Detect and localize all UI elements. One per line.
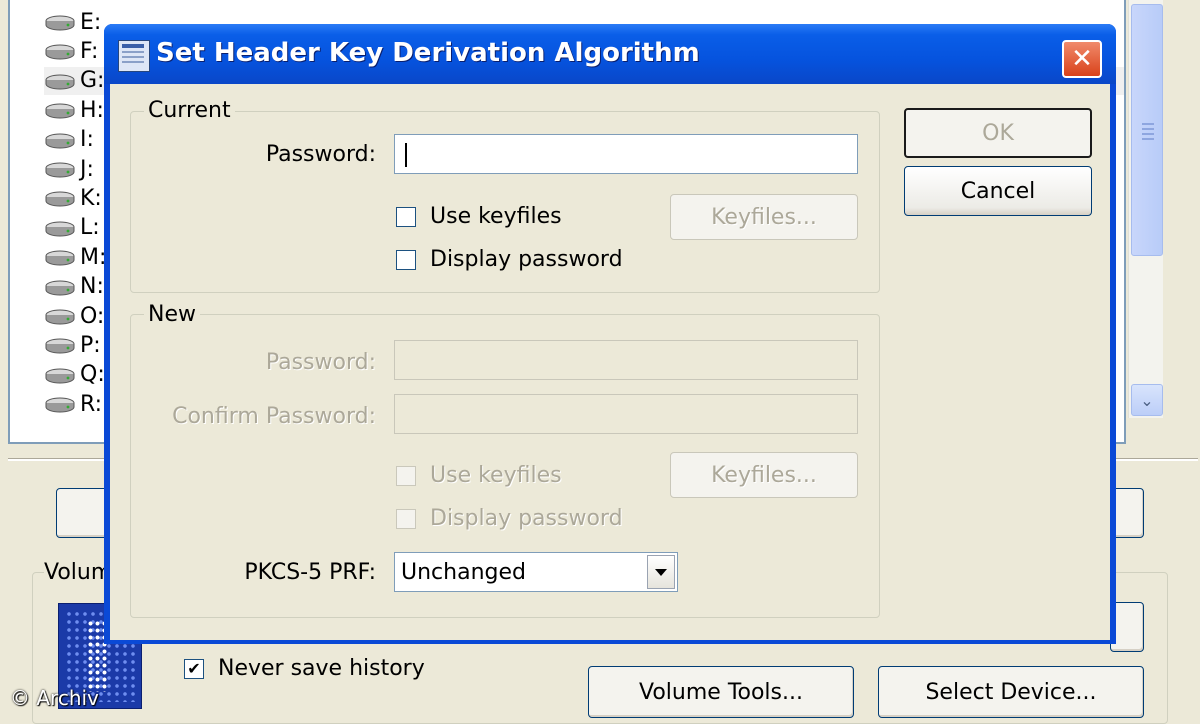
hard-drive-icon — [44, 100, 76, 120]
prf-label: PKCS-5 PRF: — [244, 560, 376, 585]
close-icon: ✕ — [1071, 44, 1093, 74]
new-use-keyfiles-option[interactable]: Use keyfiles — [396, 463, 562, 488]
hard-drive-icon — [44, 130, 76, 150]
hard-drive-icon — [44, 12, 76, 32]
current-use-keyfiles-option[interactable]: Use keyfiles — [396, 204, 562, 229]
drive-letter: R: — [80, 391, 103, 417]
drive-item[interactable]: P: — [44, 331, 101, 359]
drive-letter: Q: — [80, 362, 105, 388]
volume-tools-button[interactable]: Volume Tools... — [588, 666, 854, 718]
new-use-keyfiles-label: Use keyfiles — [430, 463, 562, 488]
drive-item[interactable]: L: — [44, 214, 100, 242]
new-display-password-option[interactable]: Display password — [396, 506, 623, 531]
drive-letter: G: — [80, 68, 105, 94]
new-display-password-label: Display password — [430, 506, 623, 531]
drive-item[interactable]: K: — [44, 184, 102, 212]
hard-drive-icon — [44, 71, 76, 91]
drive-item[interactable]: E: — [44, 8, 101, 36]
drive-letter: J: — [80, 156, 94, 182]
select-device-button[interactable]: Select Device... — [878, 666, 1144, 718]
drive-item[interactable]: M: — [44, 243, 106, 271]
drive-letter: K: — [80, 185, 102, 211]
drive-letter: M: — [80, 244, 107, 270]
drive-item[interactable]: I: — [44, 126, 94, 154]
prf-select[interactable]: Unchanged — [394, 552, 678, 592]
hard-drive-icon — [44, 394, 76, 414]
grip-icon — [1142, 123, 1154, 143]
current-password-label: Password: — [265, 142, 376, 167]
hard-drive-icon — [44, 365, 76, 385]
drive-item[interactable]: O: — [44, 302, 104, 330]
new-password-label: Password: — [265, 350, 376, 375]
confirm-password-label: Confirm Password: — [172, 404, 376, 429]
current-display-password-checkbox[interactable] — [396, 249, 416, 270]
current-password-input[interactable] — [394, 134, 858, 174]
scroll-down-button[interactable]: ⌄ — [1131, 384, 1163, 416]
cancel-button[interactable]: Cancel — [904, 166, 1092, 216]
text-caret — [405, 143, 407, 167]
current-use-keyfiles-label: Use keyfiles — [430, 204, 562, 229]
drive-letter: F: — [80, 38, 99, 64]
drive-item[interactable]: H: — [44, 96, 104, 124]
current-group-label: Current — [144, 98, 235, 123]
hard-drive-icon — [44, 159, 76, 179]
new-password-input[interactable] — [394, 340, 858, 380]
dialog-title: Set Header Key Derivation Algorithm — [156, 38, 700, 68]
dialog-titlebar[interactable]: Set Header Key Derivation Algorithm ✕ — [104, 24, 1116, 84]
drive-letter: I: — [80, 127, 94, 153]
hard-drive-icon — [44, 188, 76, 208]
never-save-history-label: Never save history — [218, 656, 425, 681]
new-keyfiles-button[interactable]: Keyfiles... — [670, 452, 858, 498]
header-kdf-dialog: Set Header Key Derivation Algorithm ✕ Cu… — [104, 24, 1116, 644]
current-display-password-label: Display password — [430, 247, 623, 272]
never-save-history-checkbox[interactable]: ✔ — [184, 658, 204, 679]
close-button[interactable]: ✕ — [1062, 40, 1102, 78]
drive-item[interactable]: F: — [44, 37, 98, 65]
ok-button[interactable]: OK — [904, 108, 1092, 158]
drive-letter: H: — [80, 97, 104, 123]
drive-letter: L: — [80, 215, 100, 241]
new-group-label: New — [144, 302, 200, 327]
drive-list-scrollbar[interactable]: ⌄ — [1128, 0, 1163, 418]
drive-item[interactable]: Q: — [44, 361, 105, 389]
hard-drive-icon — [44, 277, 76, 297]
drive-letter: N: — [80, 274, 104, 300]
chevron-down-icon: ⌄ — [1140, 390, 1154, 410]
hard-drive-icon — [44, 335, 76, 355]
current-use-keyfiles-checkbox[interactable] — [396, 206, 416, 227]
hard-drive-icon — [44, 41, 76, 61]
drive-item[interactable]: R: — [44, 390, 102, 418]
hard-drive-icon — [44, 306, 76, 326]
never-save-history-option[interactable]: ✔ Never save history — [184, 656, 425, 681]
prf-select-value: Unchanged — [401, 559, 526, 585]
drive-letter: P: — [80, 332, 101, 358]
dropdown-arrow-icon[interactable] — [647, 555, 675, 589]
hard-drive-icon — [44, 247, 76, 267]
confirm-password-input[interactable] — [394, 394, 858, 434]
new-display-password-checkbox[interactable] — [396, 508, 416, 529]
drive-letter: E: — [80, 9, 102, 35]
dialog-app-icon — [118, 40, 150, 72]
drive-item[interactable]: N: — [44, 273, 104, 301]
copyright-watermark: © Archiv — [10, 686, 99, 710]
hard-drive-icon — [44, 218, 76, 238]
current-keyfiles-button[interactable]: Keyfiles... — [670, 194, 858, 240]
drive-letter: O: — [80, 303, 105, 329]
new-use-keyfiles-checkbox[interactable] — [396, 465, 416, 486]
dialog-client: Current Password: Use keyfiles Keyfiles.… — [110, 84, 1110, 640]
drive-item[interactable]: J: — [44, 155, 94, 183]
current-display-password-option[interactable]: Display password — [396, 247, 623, 272]
scrollbar-thumb[interactable] — [1131, 4, 1163, 256]
